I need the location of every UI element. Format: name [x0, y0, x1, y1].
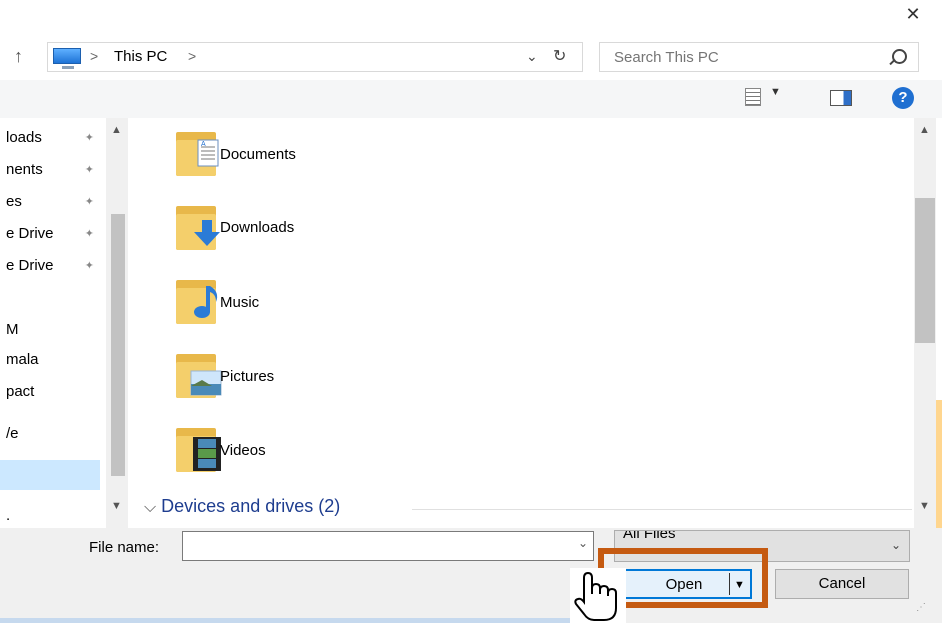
nav-item-label: pact	[6, 383, 35, 400]
breadcrumb-separator[interactable]: >	[188, 48, 196, 64]
toolbar: ▼ ?	[0, 80, 942, 118]
music-icon	[194, 286, 218, 318]
chevron-down-icon: ⌄	[891, 538, 902, 552]
nav-item[interactable]: nents ✦	[0, 158, 100, 182]
pin-icon: ✦	[84, 260, 94, 272]
nav-item-label: es	[6, 193, 22, 210]
view-dropdown-icon[interactable]: ▼	[770, 86, 781, 98]
address-dropdown-icon[interactable]: ⌄	[526, 48, 538, 65]
folder-label[interactable]: Downloads	[220, 219, 294, 236]
nav-item[interactable]: .	[0, 504, 100, 528]
bottom-strip	[0, 618, 570, 623]
file-type-value: All Files	[623, 530, 676, 542]
nav-item[interactable]: /e	[0, 422, 100, 446]
folder-label[interactable]: Music	[220, 294, 259, 311]
nav-item-label: e Drive	[6, 257, 54, 274]
breadcrumb-separator[interactable]: >	[90, 48, 98, 64]
nav-item[interactable]: mala	[0, 348, 100, 372]
breadcrumb-this-pc[interactable]: This PC	[114, 48, 167, 65]
preview-pane-icon[interactable]	[830, 90, 852, 106]
scroll-up-icon[interactable]: ▲	[919, 124, 930, 136]
search-box[interactable]	[599, 42, 919, 72]
resize-grip-icon[interactable]: ⋰	[916, 602, 926, 613]
close-icon[interactable]: ✕	[898, 2, 928, 26]
file-name-input[interactable]	[182, 531, 594, 561]
help-icon[interactable]: ?	[892, 87, 914, 109]
nav-item-label: nents	[6, 161, 43, 178]
file-name-dropdown-icon[interactable]: ⌄	[578, 536, 588, 550]
search-input[interactable]	[612, 48, 876, 67]
chevron-down-icon[interactable]: ⌵	[144, 499, 156, 516]
nav-scroll-down-icon[interactable]: ▼	[111, 500, 122, 512]
this-pc-icon	[53, 48, 81, 69]
file-list: A Documents Downloads Music Pictures Vid…	[128, 118, 914, 528]
devices-drives-section[interactable]: ⌵ Devices and drives (2)	[144, 496, 340, 517]
videos-icon	[193, 437, 221, 471]
pin-icon: ✦	[84, 228, 94, 240]
nav-item[interactable]: pact	[0, 380, 100, 404]
nav-item-label: e Drive	[6, 225, 54, 242]
pin-icon: ✦	[84, 164, 94, 176]
folder-label[interactable]: Videos	[220, 442, 266, 459]
pin-icon: ✦	[84, 196, 94, 208]
nav-scrollbar-thumb[interactable]	[111, 214, 125, 476]
nav-item[interactable]: e Drive ✦	[0, 254, 100, 278]
hand-cursor-icon	[570, 568, 626, 623]
nav-item-label: /e	[6, 425, 19, 442]
section-divider	[412, 509, 912, 510]
nav-item[interactable]: es ✦	[0, 190, 100, 214]
section-label: Devices and drives (2)	[161, 496, 341, 516]
folder-label[interactable]: Pictures	[220, 368, 274, 385]
pin-icon: ✦	[84, 132, 94, 144]
nav-item-label: loads	[6, 129, 42, 146]
file-list-scrollbar-thumb[interactable]	[915, 198, 935, 343]
nav-item[interactable]: loads ✦	[0, 126, 100, 150]
downloads-icon	[194, 220, 220, 246]
svg-text:A: A	[201, 141, 206, 148]
file-name-label: File name:	[89, 539, 160, 556]
documents-icon: A	[197, 139, 219, 167]
search-icon[interactable]	[892, 49, 907, 64]
cancel-button[interactable]: Cancel	[775, 569, 909, 599]
nav-item-label: M	[6, 321, 19, 338]
refresh-icon[interactable]: ↻	[553, 46, 566, 66]
pictures-icon	[190, 370, 222, 396]
nav-item-label: mala	[6, 351, 39, 368]
up-arrow-icon[interactable]: ↑	[14, 46, 23, 66]
address-bar[interactable]: > This PC > ⌄ ↻	[47, 42, 583, 72]
nav-scroll-up-icon[interactable]: ▲	[111, 124, 122, 136]
nav-item-label: .	[6, 507, 11, 524]
scroll-down-icon[interactable]: ▼	[919, 500, 930, 512]
nav-item[interactable]: e Drive ✦	[0, 222, 100, 246]
change-view-icon[interactable]	[745, 88, 761, 106]
folder-label[interactable]: Documents	[220, 146, 296, 163]
nav-item-selected[interactable]	[0, 460, 100, 490]
nav-item[interactable]: M	[0, 318, 100, 342]
